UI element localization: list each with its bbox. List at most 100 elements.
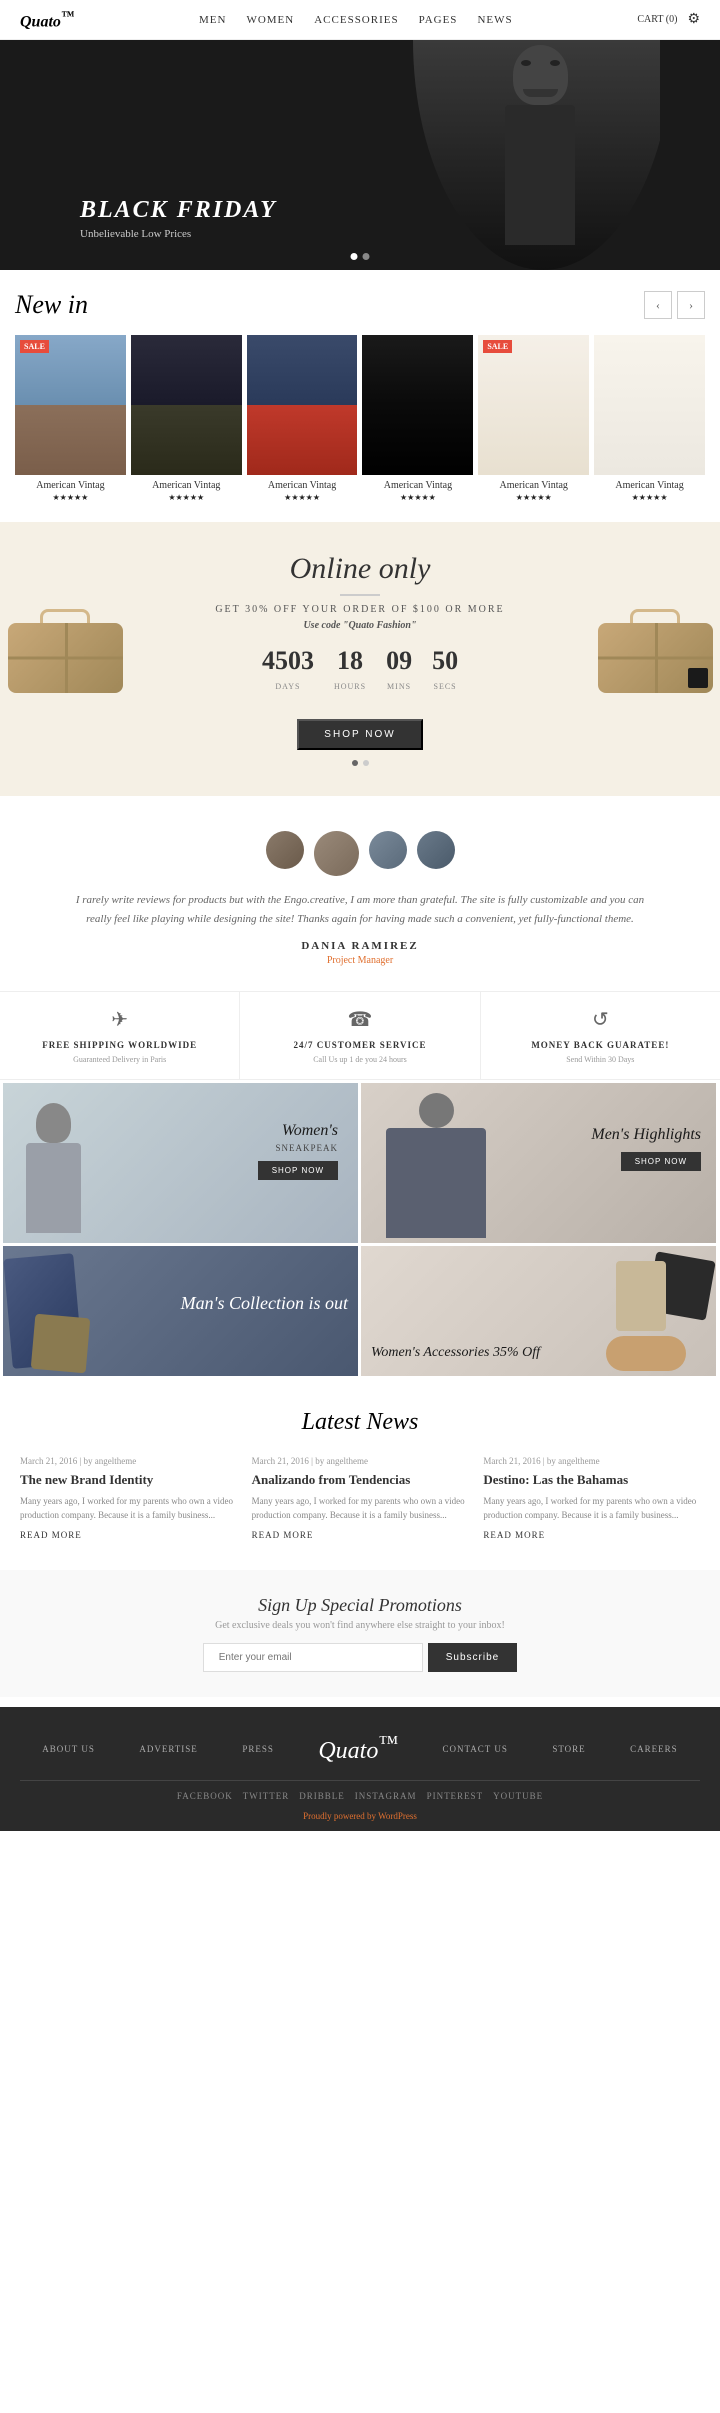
shipping-icon: ✈ bbox=[111, 1007, 128, 1032]
new-in-section: New in ‹ › SALE American Vintag ★★★★★ Am… bbox=[0, 270, 720, 512]
signup-email-input[interactable] bbox=[203, 1643, 423, 1672]
footer-link-press[interactable]: PRESS bbox=[242, 1744, 274, 1754]
bag-left bbox=[0, 609, 130, 709]
shop-now-button[interactable]: SHOP NOW bbox=[297, 719, 422, 750]
signup-section: Sign Up Special Promotions Get exclusive… bbox=[0, 1570, 720, 1697]
social-twitter[interactable]: TWITTER bbox=[243, 1791, 290, 1801]
product-card[interactable]: American Vintag ★★★★★ bbox=[594, 335, 705, 502]
social-dribble[interactable]: DRIBBLE bbox=[299, 1791, 345, 1801]
testimonials-section: I rarely write reviews for products but … bbox=[0, 806, 720, 991]
phone-icon: ☎ bbox=[348, 1007, 373, 1032]
hero-section: BLACK FRIDAY Unbelievable Low Prices bbox=[0, 40, 720, 270]
testimonial-text: I rarely write reviews for products but … bbox=[70, 891, 650, 928]
footer-divider bbox=[20, 1780, 700, 1781]
read-more-1[interactable]: READ MORE bbox=[20, 1530, 237, 1540]
nav-accessories[interactable]: ACCESSORIES bbox=[314, 14, 398, 26]
news-card-3: March 21, 2016 | by angeltheme Destino: … bbox=[483, 1456, 700, 1540]
settings-icon[interactable]: ⚙ bbox=[687, 11, 700, 28]
banner-dot-1[interactable] bbox=[352, 760, 358, 766]
hero-dots bbox=[351, 253, 370, 260]
social-pinterest[interactable]: PINTEREST bbox=[427, 1791, 484, 1801]
online-banner: Online only GET 30% OFF YOUR ORDER OF $1… bbox=[0, 522, 720, 796]
avatar-4[interactable] bbox=[417, 831, 455, 869]
prev-arrow[interactable]: ‹ bbox=[644, 291, 672, 319]
signup-subtitle: Get exclusive deals you won't find anywh… bbox=[20, 1620, 700, 1631]
navbar: Quato™ MEN WOMEN ACCESSORIES PAGES NEWS … bbox=[0, 0, 720, 40]
navbar-links: MEN WOMEN ACCESSORIES PAGES NEWS bbox=[199, 14, 513, 26]
next-arrow[interactable]: › bbox=[677, 291, 705, 319]
signup-title: Sign Up Special Promotions bbox=[20, 1595, 700, 1616]
latest-news-title: Latest News bbox=[20, 1409, 700, 1436]
promo-mans-collection[interactable]: Man's Collection is out bbox=[3, 1246, 358, 1376]
avatar-3[interactable] bbox=[369, 831, 407, 869]
social-instagram[interactable]: INSTAGRAM bbox=[355, 1791, 417, 1801]
footer-logo: Quato™ bbox=[318, 1732, 398, 1765]
footer-powered: Proudly powered by WordPress bbox=[20, 1811, 700, 1821]
cart-link[interactable]: CART (0) bbox=[637, 14, 677, 25]
testimonial-author: DANIA RAMIREZ bbox=[40, 940, 680, 952]
promo-row2: Man's Collection is out Women's Accessor… bbox=[0, 1246, 720, 1379]
sale-badge: SALE bbox=[20, 340, 49, 353]
promo-womens-accessories[interactable]: Women's Accessories 35% Off bbox=[361, 1246, 716, 1376]
product-card[interactable]: SALE American Vintag ★★★★★ bbox=[478, 335, 589, 502]
footer-link-store[interactable]: STORE bbox=[552, 1744, 585, 1754]
avatar-1[interactable] bbox=[266, 831, 304, 869]
avatar-2[interactable] bbox=[314, 831, 359, 876]
feature-money-back: ↺ MONEY BACK GUARATEE! Send Within 30 Da… bbox=[481, 992, 720, 1079]
promo-grid: Women's Sneakpeak SHOP NOW Men's Highlig… bbox=[0, 1080, 720, 1246]
highlights-shop-button[interactable]: SHOP NOW bbox=[621, 1152, 701, 1171]
nav-women[interactable]: WOMEN bbox=[246, 14, 294, 26]
promo-overlay: Women's Accessories 35% Off bbox=[361, 1246, 716, 1376]
promo-overlay: Man's Collection is out bbox=[3, 1246, 358, 1376]
testimonial-role: Project Manager bbox=[40, 955, 680, 966]
read-more-2[interactable]: READ MORE bbox=[252, 1530, 469, 1540]
money-back-icon: ↺ bbox=[592, 1007, 609, 1032]
read-more-3[interactable]: READ MORE bbox=[483, 1530, 700, 1540]
product-card[interactable]: SALE American Vintag ★★★★★ bbox=[15, 335, 126, 502]
signup-button[interactable]: Subscribe bbox=[428, 1643, 517, 1672]
countdown-days: 4503 Days bbox=[262, 646, 314, 694]
product-nav-arrows: ‹ › bbox=[644, 291, 705, 319]
social-youtube[interactable]: YOUTUBE bbox=[493, 1791, 543, 1801]
sneakpeak-shop-button[interactable]: SHOP NOW bbox=[258, 1161, 338, 1180]
promo-overlay: Women's Sneakpeak SHOP NOW bbox=[3, 1083, 358, 1243]
promo-women-sneakpeak[interactable]: Women's Sneakpeak SHOP NOW bbox=[3, 1083, 358, 1243]
nav-news[interactable]: NEWS bbox=[477, 14, 512, 26]
hero-dot-1[interactable] bbox=[351, 253, 358, 260]
footer-link-contact[interactable]: CONTACT US bbox=[442, 1744, 507, 1754]
banner-dot-2[interactable] bbox=[363, 760, 369, 766]
feature-customer-service: ☎ 24/7 CUSTOMER SERVICE Call Us up 1 de … bbox=[240, 992, 480, 1079]
signup-form: Subscribe bbox=[20, 1643, 700, 1672]
news-card-1: March 21, 2016 | by angeltheme The new B… bbox=[20, 1456, 237, 1540]
promo-men-highlights[interactable]: Men's Highlights SHOP NOW bbox=[361, 1083, 716, 1243]
product-card[interactable]: American Vintag ★★★★★ bbox=[131, 335, 242, 502]
footer: ABOUT US ADVERTISE PRESS Quato™ CONTACT … bbox=[0, 1707, 720, 1831]
hero-dot-2[interactable] bbox=[363, 253, 370, 260]
sale-badge: SALE bbox=[483, 340, 512, 353]
footer-link-careers[interactable]: CAREERS bbox=[630, 1744, 678, 1754]
banner-dots bbox=[20, 760, 700, 766]
nav-men[interactable]: MEN bbox=[199, 14, 226, 26]
navbar-right: CART (0) ⚙ bbox=[637, 11, 700, 28]
social-facebook[interactable]: FACEBOOK bbox=[177, 1791, 233, 1801]
new-in-header: New in ‹ › bbox=[15, 290, 705, 320]
footer-social: FACEBOOK TWITTER DRIBBLE INSTAGRAM PINTE… bbox=[20, 1791, 700, 1801]
nav-pages[interactable]: PAGES bbox=[419, 14, 458, 26]
product-card[interactable]: American Vintag ★★★★★ bbox=[362, 335, 473, 502]
latest-news-section: Latest News March 21, 2016 | by angelthe… bbox=[0, 1379, 720, 1560]
hero-text: BLACK FRIDAY Unbelievable Low Prices bbox=[0, 197, 277, 270]
countdown-secs: 50 Secs bbox=[432, 646, 458, 694]
online-title: Online only bbox=[20, 552, 700, 586]
feature-shipping: ✈ FREE SHIPPING WORLDWIDE Guaranteed Del… bbox=[0, 992, 240, 1079]
features-bar: ✈ FREE SHIPPING WORLDWIDE Guaranteed Del… bbox=[0, 991, 720, 1080]
news-grid: March 21, 2016 | by angeltheme The new B… bbox=[20, 1456, 700, 1540]
countdown-hours: 18 Hours bbox=[334, 646, 366, 694]
product-card[interactable]: American Vintag ★★★★★ bbox=[247, 335, 358, 502]
testimonial-avatars bbox=[40, 831, 680, 876]
new-in-title: New in bbox=[15, 290, 88, 320]
bag-right bbox=[590, 609, 720, 709]
footer-link-about[interactable]: ABOUT US bbox=[42, 1744, 95, 1754]
navbar-logo[interactable]: Quato™ bbox=[20, 8, 74, 31]
footer-link-advertise[interactable]: ADVERTISE bbox=[139, 1744, 197, 1754]
promo-overlay: Men's Highlights SHOP NOW bbox=[361, 1083, 716, 1243]
